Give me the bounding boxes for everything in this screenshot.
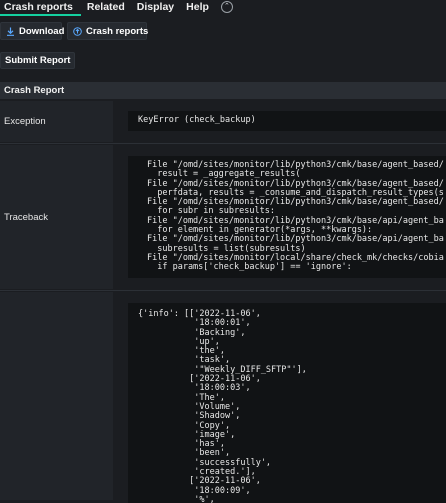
- submit-report-button[interactable]: Submit Report: [0, 52, 76, 69]
- crash-reports-label: Crash reports: [86, 25, 149, 37]
- traceback-code: File "/omd/sites/monitor/lib/python3/cmk…: [128, 156, 446, 278]
- exception-value: KeyError (check_backup): [128, 111, 446, 131]
- chevron-up-icon[interactable]: ⌃: [220, 1, 233, 13]
- info-cell: {'info': [['2022-11-06', '18:00:01', 'Ba…: [118, 292, 446, 503]
- download-button[interactable]: Download: [0, 22, 65, 40]
- info-label: [0, 292, 113, 500]
- traceback-cell: File "/omd/sites/monitor/lib/python3/cmk…: [118, 145, 446, 289]
- info-code: {'info': [['2022-11-06', '18:00:01', 'Ba…: [128, 303, 446, 503]
- download-label: Download: [19, 25, 65, 37]
- traceback-line: if params['check_backup'] == 'ignore':: [147, 262, 352, 273]
- section-title: Crash Report: [0, 82, 446, 99]
- divider: [0, 143, 446, 144]
- download-icon: [6, 27, 15, 36]
- traceback-label: Traceback: [0, 145, 113, 289]
- exception-label: Exception: [0, 101, 113, 142]
- info-line: '%',: [138, 494, 215, 503]
- divider: [0, 290, 446, 291]
- menu-display[interactable]: Display: [131, 0, 180, 14]
- menu-related[interactable]: Related: [81, 0, 131, 14]
- exception-cell: KeyError (check_backup): [118, 101, 446, 142]
- menu-crash-reports[interactable]: Crash reports: [0, 0, 81, 16]
- menu-help[interactable]: Help: [180, 0, 215, 14]
- menubar: Crash reports Related Display Help ⌃: [0, 0, 446, 16]
- crash-reports-button[interactable]: Crash reports: [67, 22, 149, 40]
- upload-circle-icon: [73, 26, 82, 36]
